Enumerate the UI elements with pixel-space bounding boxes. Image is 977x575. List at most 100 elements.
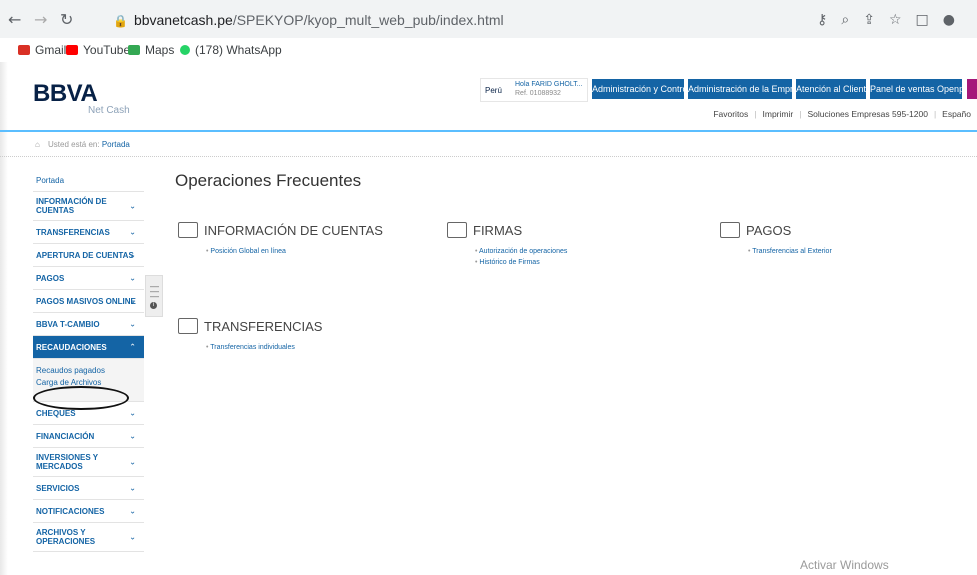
print-link[interactable]: Imprimir [763,109,794,119]
bbva-logo[interactable]: BBVA [33,80,98,108]
window-icon[interactable]: □ [916,12,943,28]
breadcrumb: ⌂ Usted está en: Portada [0,134,977,157]
browser-actions: ⚷⌕⇪☆□● [817,12,969,28]
sidebar-item-apertura[interactable]: APERTURA DE CUENTAS ⌄ [33,244,144,267]
breadcrumb-current[interactable]: Portada [102,140,130,149]
logo-subtitle: Net Cash [88,105,130,116]
zoom-icon[interactable]: ⌕ [841,12,863,28]
sidebar-item-pagos[interactable]: PAGOS ⌄ [33,267,144,290]
sidebar-item-portada[interactable]: Portada [33,169,144,192]
chevron-down-icon: ⌄ [129,296,136,306]
chevron-down-icon: ⌄ [129,319,136,329]
customer-service-button[interactable]: Atención al Cliente [796,79,871,99]
section-title: PAGOS [746,222,792,238]
chevron-down-icon: ⌄ [129,273,136,283]
sidebar-item-servicios[interactable]: SERVICIOS ⌄ [33,477,144,500]
section-title: FIRMAS [473,222,523,238]
sidebar-toggle[interactable]: ― ― ― i [145,275,163,317]
site-header: BBVA Net Cash Perú Hola FARID GHOLT... R… [0,62,977,132]
user-ref: Ref. 01088932 [515,90,561,97]
profile-icon[interactable]: ● [943,12,969,28]
chevron-down-icon: ⌄ [129,483,136,493]
sidebar-item-recaudaciones[interactable]: RECAUDACIONES ⌃ [33,336,144,359]
share-icon[interactable]: ⇪ [863,12,889,28]
chevron-down-icon: ⌄ [129,408,136,418]
link-transferencias-individuales[interactable]: Transferencias individuales [178,344,322,351]
section-informacion: INFORMACIÓN DE CUENTAS Posición Global e… [178,222,383,255]
link-historico-firmas[interactable]: Histórico de Firmas [447,259,567,266]
submenu-recaudos-pagados[interactable]: Recaudos pagados [36,366,105,375]
url-path: /SPEKYOP/kyop_mult_web_pub/index.html [232,12,504,28]
gmail-icon [18,45,30,55]
bookmark-youtube[interactable]: YouTube [66,43,130,57]
bookmark-label: Maps [145,43,175,57]
sidebar-item-transferencias[interactable]: TRANSFERENCIAS ⌄ [33,221,144,244]
maps-icon [128,45,140,55]
bookmark-maps[interactable]: Maps [128,43,174,57]
youtube-icon [66,45,78,55]
language-link[interactable]: Españo [942,109,971,119]
section-title: TRANSFERENCIAS [204,318,323,334]
sidebar-item-label: SERVICIOS [36,483,80,493]
payments-icon [720,222,740,238]
admin-company-button[interactable]: Administración de la Empresa [688,79,808,99]
chevron-up-icon: ⌃ [129,342,136,352]
lock-icon: 🔒 [113,14,128,28]
sidebar-item-tcambio[interactable]: BBVA T-CAMBIO ⌄ [33,313,144,336]
utility-links: Favoritos | Imprimir | Soluciones Empresas 5… [713,109,971,119]
sidebar-item-informacion[interactable]: INFORMACIÓN DE CUENTAS ⌄ [33,192,144,221]
sidebar-item-archivos[interactable]: ARCHIVOS Y OPERACIONES ⌄ [33,523,144,552]
chevron-down-icon: ⌄ [129,431,136,441]
favorites-link[interactable]: Favoritos [713,109,748,119]
section-transferencias: TRANSFERENCIAS Transferencias individual… [178,318,322,351]
bookmark-gmail[interactable]: Gmail [18,43,66,57]
windows-watermark: Activar Windows [800,558,889,572]
user-greeting: Hola FARID GHOLT... [515,81,583,88]
sidebar-item-label: FINANCIACIÓN [36,431,95,441]
sidebar-item-label: APERTURA DE CUENTAS [36,250,134,260]
user-box[interactable]: Perú Hola FARID GHOLT... Ref. 01088932 [480,78,588,102]
link-posicion-global[interactable]: Posición Global en línea [178,248,383,255]
highlight-annotation [33,386,129,410]
transfer-icon [178,318,198,334]
back-icon[interactable]: ← [8,10,21,29]
breadcrumb-prefix: Usted está en: [48,140,100,149]
sidebar-item-pagos-masivos[interactable]: PAGOS MASIVOS ONLINE ⌄ [33,290,144,313]
browser-toolbar: ← → ↻ 🔒 bbvanetcash.pe/SPEKYOP/kyop_mult_… [0,0,977,38]
star-icon[interactable]: ☆ [889,12,916,28]
chevron-down-icon: ⌄ [129,506,136,516]
extra-button[interactable] [967,79,977,99]
sidebar-item-financiacion[interactable]: FINANCIACIÓN ⌄ [33,425,144,448]
menu-icon: ― ― ― [150,281,159,301]
bookmark-label: Gmail [35,43,67,57]
bookmark-label: YouTube [83,43,131,57]
signature-icon [447,222,467,238]
sidebar-item-label: RECAUDACIONES [36,342,107,352]
chevron-down-icon: ⌄ [129,201,136,211]
link-transferencias-exterior[interactable]: Transferencias al Exterior [720,248,832,255]
sidebar-item-label: BBVA T-CAMBIO [36,319,100,329]
sidebar-item-inversiones[interactable]: INVERSIONES Y MERCADOS ⌄ [33,448,144,477]
sidebar: Portada INFORMACIÓN DE CUENTAS ⌄ TRANSFER… [33,169,144,552]
sidebar-item-label: ARCHIVOS Y OPERACIONES [36,528,96,546]
whatsapp-icon [180,45,190,55]
bookmark-whatsapp[interactable]: (178) WhatsApp [180,43,282,57]
country-label: Perú [485,86,502,95]
bookmark-label: (178) WhatsApp [195,43,282,57]
forward-icon[interactable]: → [34,10,47,29]
openpay-panel-button[interactable]: Panel de ventas Openpay [870,79,974,99]
sidebar-item-label: NOTIFICACIONES [36,506,105,516]
url-domain: bbvanetcash.pe [133,12,233,28]
sidebar-item-notificaciones[interactable]: NOTIFICACIONES ⌄ [33,500,144,523]
key-icon[interactable]: ⚷ [817,12,841,28]
reload-icon[interactable]: ↻ [60,10,73,29]
info-icon: i [150,302,157,309]
home-icon[interactable]: ⌂ [35,140,40,149]
admin-control-button[interactable]: Administración y Control [592,79,690,99]
sidebar-item-label: PAGOS [36,273,65,283]
link-autorizacion[interactable]: Autorización de operaciones [447,248,567,255]
page-title: Operaciones Frecuentes [175,171,362,190]
account-info-icon [178,222,198,238]
chevron-down-icon: ⌄ [129,250,136,260]
chevron-down-icon: ⌄ [129,532,136,542]
